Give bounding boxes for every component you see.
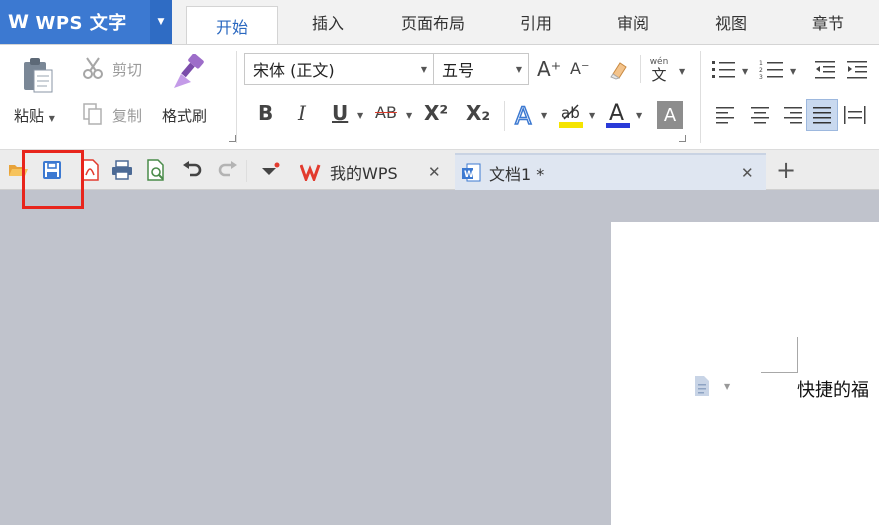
format-painter-button[interactable]: 格式刷 bbox=[162, 105, 207, 126]
undo-icon[interactable] bbox=[180, 158, 204, 182]
tab-page-layout[interactable]: 页面布局 bbox=[385, 0, 481, 44]
svg-text:1: 1 bbox=[759, 60, 763, 67]
divider bbox=[504, 101, 505, 131]
tab-view[interactable]: 视图 bbox=[695, 0, 767, 44]
wps-logo-icon bbox=[300, 163, 324, 181]
svg-text:W: W bbox=[464, 170, 474, 180]
tab-chapter[interactable]: 章节 bbox=[792, 0, 864, 44]
paragraph-layout-icon[interactable] bbox=[692, 374, 712, 398]
paste-label: 粘贴 bbox=[14, 107, 45, 125]
word-document-icon: W bbox=[461, 163, 481, 183]
underline-dropdown-icon[interactable]: ▼ bbox=[357, 111, 363, 120]
cut-button[interactable]: 剪切 bbox=[112, 59, 142, 80]
font-size-value: 五号 bbox=[442, 61, 475, 80]
close-icon[interactable]: ✕ bbox=[741, 164, 754, 182]
redo-icon[interactable] bbox=[216, 158, 240, 182]
numbering-dropdown-icon[interactable]: ▼ bbox=[790, 67, 796, 76]
pinyin-guide-button[interactable]: wén 文 bbox=[646, 53, 672, 87]
page-margin-marker bbox=[797, 337, 798, 373]
clear-format-icon[interactable] bbox=[608, 59, 632, 81]
copy-button[interactable]: 复制 bbox=[112, 105, 142, 126]
quick-access-and-tab-bar: 我的WPS ✕ W 文档1 * ✕ + bbox=[0, 149, 879, 190]
strikethrough-button[interactable]: AB bbox=[375, 103, 397, 122]
tab-label: 文档1 * bbox=[489, 164, 545, 184]
svg-text:2: 2 bbox=[759, 67, 763, 74]
wps-logo-icon: W bbox=[8, 11, 30, 33]
app-name: WPS 文字 bbox=[35, 13, 127, 34]
highlight-color-icon[interactable]: ab bbox=[557, 99, 585, 131]
grow-font-button[interactable]: A⁺ bbox=[537, 57, 561, 81]
font-color-icon[interactable]: A bbox=[604, 99, 632, 131]
paste-dropdown-icon[interactable]: ▼ bbox=[49, 114, 55, 123]
superscript-button[interactable]: X² bbox=[424, 101, 448, 125]
bullet-list-icon[interactable] bbox=[710, 57, 738, 83]
wps-writer-window: W WPS 文字 ▼ 开始 插入 页面布局 引用 审阅 视图 章节 粘贴 ▼ 剪… bbox=[0, 0, 879, 525]
document-body-text[interactable]: 快捷的福 bbox=[797, 376, 869, 402]
shrink-font-button[interactable]: A⁻ bbox=[570, 59, 589, 78]
customize-toolbar-icon[interactable] bbox=[258, 158, 282, 182]
distributed-align-icon[interactable] bbox=[842, 103, 868, 127]
paragraph-layout-dropdown-icon[interactable]: ▼ bbox=[724, 382, 730, 391]
italic-button[interactable]: I bbox=[298, 101, 306, 125]
new-tab-plus-icon[interactable]: + bbox=[774, 156, 798, 184]
character-shading-icon[interactable]: A bbox=[657, 101, 683, 129]
align-left-icon[interactable] bbox=[714, 103, 738, 127]
divider bbox=[246, 160, 247, 182]
group-divider bbox=[236, 51, 237, 143]
group-divider bbox=[700, 51, 701, 143]
tab-label: 我的WPS bbox=[330, 163, 398, 183]
strikethrough-dropdown-icon[interactable]: ▼ bbox=[406, 111, 412, 120]
tab-home[interactable]: 开始 bbox=[186, 6, 278, 44]
pinyin-dropdown-icon[interactable]: ▼ bbox=[679, 67, 685, 76]
pinyin-char: 文 bbox=[651, 65, 667, 84]
svg-text:A: A bbox=[609, 101, 624, 126]
app-menu-dropdown-icon[interactable]: ▼ bbox=[150, 0, 172, 44]
align-center-icon[interactable] bbox=[748, 103, 772, 127]
chevron-down-icon: ▼ bbox=[420, 64, 427, 74]
chevron-down-icon: ▼ bbox=[515, 64, 522, 74]
format-painter-icon[interactable] bbox=[170, 53, 210, 93]
tab-document-1[interactable]: W 文档1 * ✕ bbox=[455, 153, 766, 190]
copy-icon bbox=[80, 101, 106, 127]
print-preview-icon[interactable] bbox=[144, 158, 168, 182]
tab-insert[interactable]: 插入 bbox=[290, 0, 366, 44]
font-color-dropdown-icon[interactable]: ▼ bbox=[636, 111, 642, 120]
increase-indent-icon[interactable] bbox=[844, 57, 870, 83]
font-name-value: 宋体 (正文) bbox=[253, 61, 335, 80]
bold-button[interactable]: B bbox=[258, 101, 273, 125]
tab-review[interactable]: 审阅 bbox=[597, 0, 669, 44]
document-page[interactable] bbox=[611, 222, 879, 525]
bullet-dropdown-icon[interactable]: ▼ bbox=[742, 67, 748, 76]
justify-icon[interactable] bbox=[806, 99, 838, 131]
close-icon[interactable]: ✕ bbox=[428, 163, 441, 181]
menu-bar: W WPS 文字 ▼ 开始 插入 页面布局 引用 审阅 视图 章节 bbox=[0, 0, 879, 44]
svg-text:A: A bbox=[515, 102, 532, 128]
scissors-icon bbox=[80, 55, 106, 81]
align-right-icon[interactable] bbox=[780, 103, 804, 127]
tab-references[interactable]: 引用 bbox=[500, 0, 572, 44]
numbered-list-icon[interactable]: 1 2 3 bbox=[758, 57, 786, 83]
svg-text:3: 3 bbox=[759, 74, 763, 81]
font-name-select[interactable]: 宋体 (正文) ▼ bbox=[244, 53, 434, 85]
ribbon: 粘贴 ▼ 剪切 复制 格式刷 宋体 (正文) ▼ 五号 ▼ A⁺ A⁻ wén … bbox=[0, 44, 879, 149]
font-size-select[interactable]: 五号 ▼ bbox=[433, 53, 529, 85]
underline-button[interactable]: U bbox=[332, 101, 348, 125]
divider bbox=[640, 55, 641, 83]
subscript-button[interactable]: X₂ bbox=[466, 101, 490, 125]
page-margin-marker bbox=[761, 372, 798, 373]
text-effect-icon[interactable]: A bbox=[512, 101, 538, 129]
text-effect-dropdown-icon[interactable]: ▼ bbox=[541, 111, 547, 120]
app-menu-button[interactable]: W WPS 文字 bbox=[0, 0, 150, 44]
highlight-dropdown-icon[interactable]: ▼ bbox=[589, 111, 595, 120]
font-launcher-icon[interactable] bbox=[679, 135, 686, 142]
print-icon[interactable] bbox=[110, 158, 134, 182]
paste-icon[interactable] bbox=[18, 55, 58, 95]
decrease-indent-icon[interactable] bbox=[812, 57, 838, 83]
clipboard-launcher-icon[interactable] bbox=[229, 135, 236, 142]
paste-button[interactable]: 粘贴 ▼ bbox=[14, 105, 55, 126]
save-button-highlight-box bbox=[22, 150, 84, 209]
tab-my-wps[interactable]: 我的WPS ✕ bbox=[294, 153, 454, 190]
